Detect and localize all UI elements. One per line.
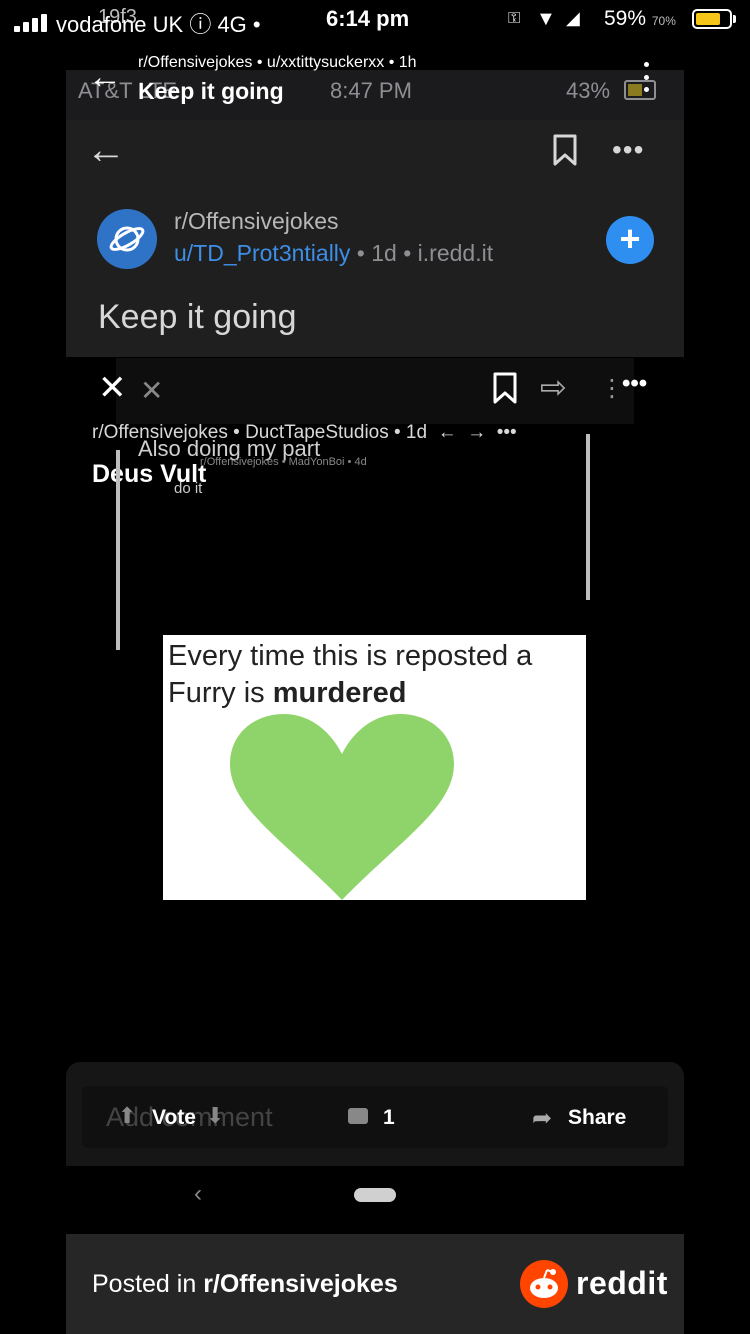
cellular-icon: ◢ — [566, 8, 580, 28]
carrier-label: vodafone UK ⓘ 4G • — [56, 12, 261, 37]
bookmark-icon — [553, 134, 577, 166]
status-time: 6:14 pm — [326, 6, 410, 31]
battery-percent: 59% 70% — [604, 7, 676, 30]
meme-caption: Every time this is reposted a Furry is m… — [168, 640, 533, 709]
reddit-logo-icon — [520, 1260, 568, 1308]
inner-back-arrow-icon: ← — [86, 128, 126, 172]
comment-icon[interactable] — [348, 1108, 368, 1124]
post-title: Keep it going — [138, 78, 284, 104]
downvote-icon[interactable]: ⬇ — [206, 1103, 224, 1129]
reddit-wordmark: reddit — [576, 1265, 668, 1301]
overlay-post-sub: do it — [174, 480, 203, 497]
bookmark-icon-nested — [493, 372, 517, 404]
inner-time: 8:47 PM — [330, 78, 412, 103]
divider-line — [586, 434, 590, 600]
share-arrow-icon[interactable]: ➦ — [532, 1104, 552, 1133]
upvote-icon[interactable]: ⬆ — [118, 1103, 136, 1129]
more-dots-icon: ••• — [612, 134, 645, 165]
posted-in-label[interactable]: Posted in r/Offensivejokes — [92, 1270, 398, 1299]
battery-tip — [733, 15, 736, 23]
nav-back-icon: ‹ — [194, 1180, 202, 1207]
signal-icon — [14, 12, 52, 32]
status-bar: 19f3 vodafone UK ⓘ 4G • 6:14 pm ⚿ ▼ ◢ 59… — [0, 0, 750, 44]
more-vertical-icon[interactable] — [640, 62, 652, 92]
close-icon-small: ✕ — [140, 375, 164, 406]
post-meta: r/Offensivejokes • u/xxtittysuckerxx • 1… — [138, 54, 417, 71]
more-dots-icon-nested: ••• — [622, 370, 648, 397]
green-heart-icon — [230, 714, 454, 900]
inner-post-title: Keep it going — [98, 298, 297, 336]
share-button[interactable]: Share — [568, 1106, 626, 1130]
overlay-post-meta: r/Offensivejokes • MadYonBoi • 4d — [200, 456, 367, 468]
wifi-icon: ▼ — [536, 8, 556, 30]
home-pill — [354, 1188, 396, 1202]
username: u/TD_Prot3ntially — [174, 240, 351, 266]
inner-battery: 43% — [566, 78, 611, 103]
vpn-key-icon: ⚿ — [508, 10, 521, 27]
join-plus-icon: + — [606, 216, 654, 264]
subreddit-avatar — [97, 209, 157, 269]
vote-label[interactable]: Vote — [152, 1106, 196, 1130]
divider-line — [116, 450, 120, 650]
battery-icon — [692, 9, 732, 29]
share-arrow-icon-nested: ⇨ — [540, 369, 567, 405]
close-icon: ✕ — [98, 369, 127, 407]
comment-count[interactable]: 1 — [383, 1106, 395, 1130]
post-user-line: u/TD_Prot3ntially • 1d • i.redd.it — [174, 240, 494, 266]
subreddit-name: r/Offensivejokes — [174, 208, 339, 234]
planet-icon — [109, 226, 145, 252]
more-vertical-icon-nested: ⋮ — [600, 375, 624, 402]
back-arrow-icon[interactable]: ← — [88, 60, 122, 94]
